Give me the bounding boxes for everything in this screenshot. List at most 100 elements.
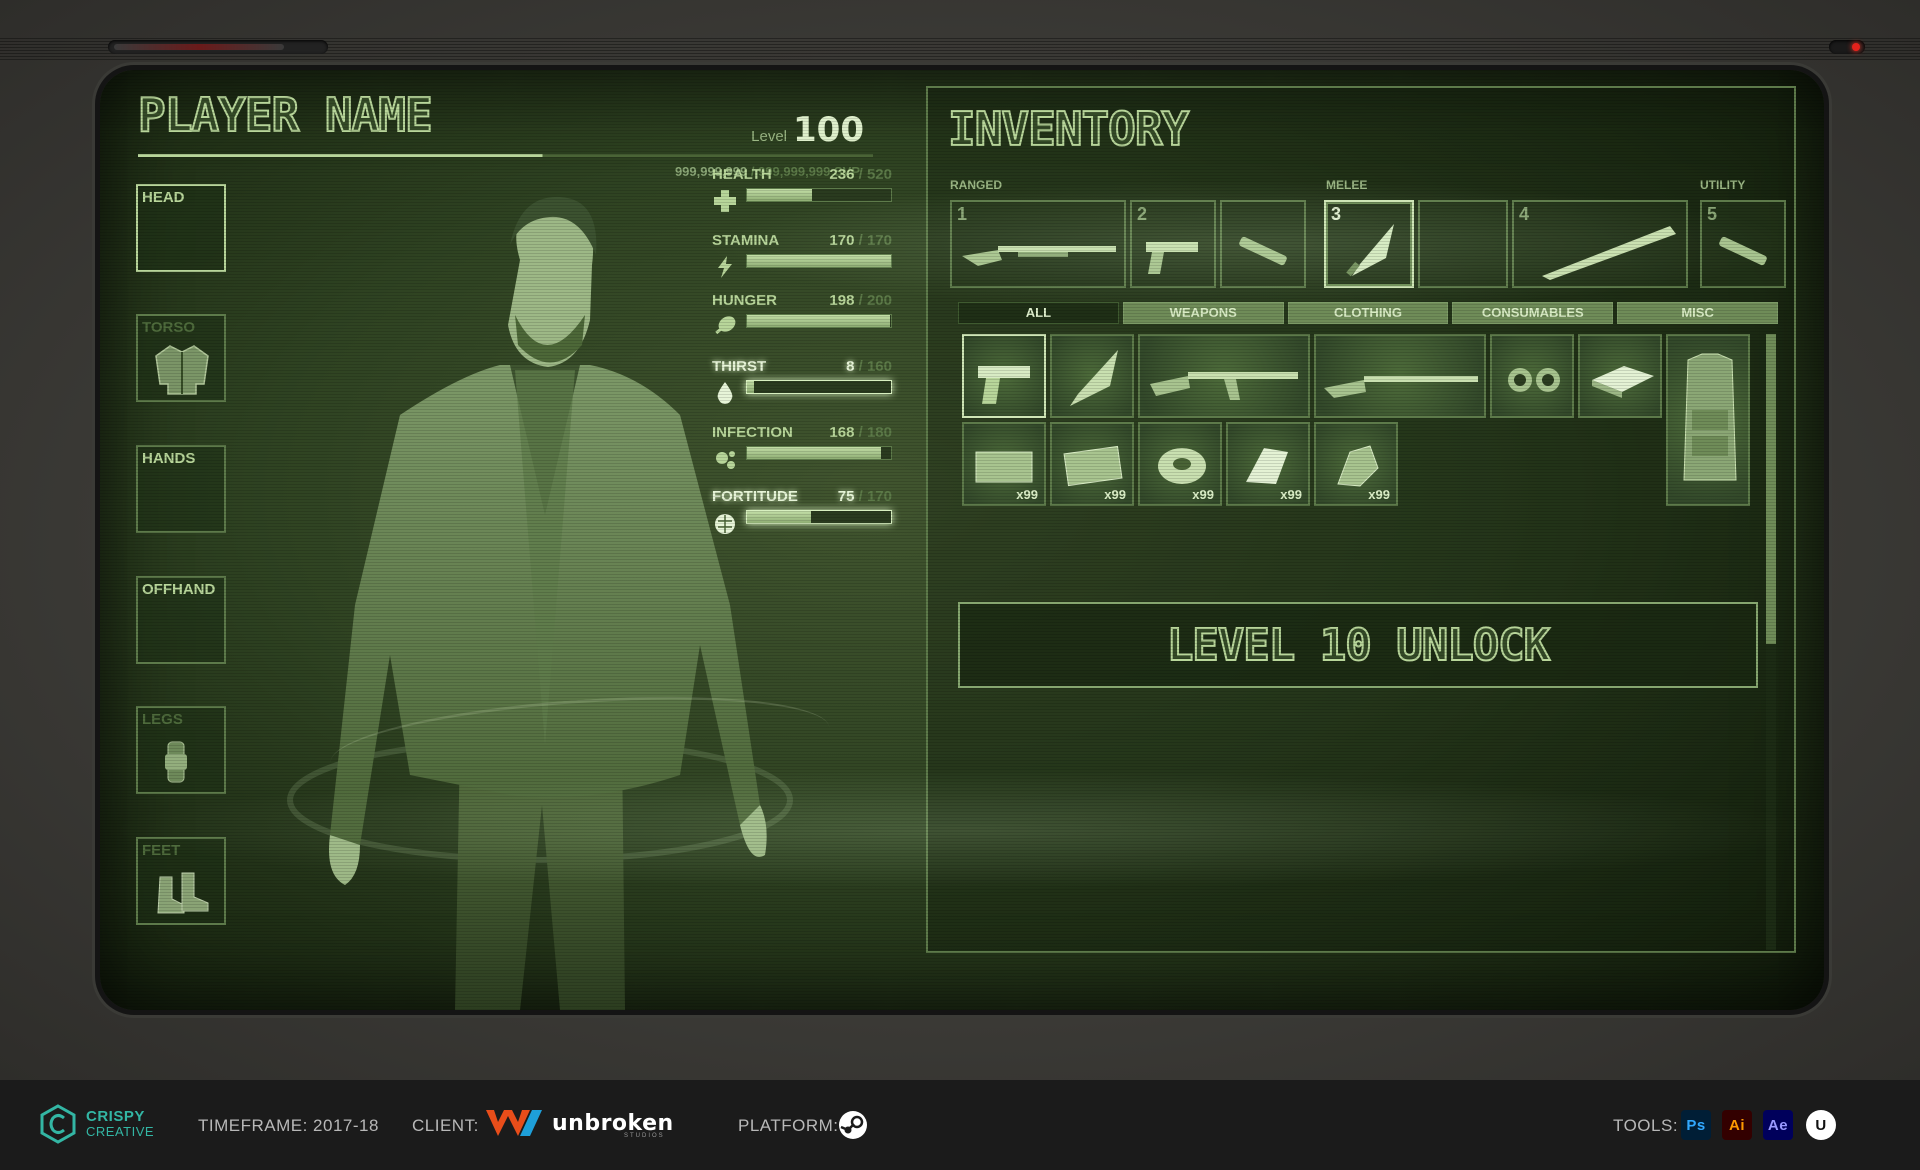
shotgun-icon (962, 246, 1116, 266)
inventory-item-knife[interactable] (1050, 334, 1134, 418)
quick-slot-1[interactable]: 1 (950, 200, 1126, 288)
jacket-icon (155, 345, 209, 395)
knife-icon (1070, 350, 1118, 406)
credits-footer: CRISPY CREATIVE TIMEFRAME: 2017-18 CLIENT… (0, 1080, 1920, 1170)
illustrator-icon: Ai (1722, 1110, 1752, 1140)
inventory-item-ammo[interactable]: x99 (962, 422, 1046, 506)
quick-slot-3b[interactable] (1418, 200, 1508, 288)
tab-clothing[interactable]: CLOTHING (1287, 302, 1449, 324)
client-label: CLIENT: (412, 1116, 479, 1135)
locked-text: LEVEL 10 UNLOCK (1166, 619, 1551, 672)
stat-max: / 170 (858, 488, 892, 505)
brand-line1: CRISPY (86, 1108, 145, 1125)
book-icon (1592, 366, 1654, 398)
inventory-item-vest[interactable] (1666, 334, 1750, 506)
client-name: unbroken (552, 1110, 674, 1136)
inventory-scrollbar[interactable] (1766, 334, 1776, 950)
slot-label: OFFHAND (142, 581, 216, 598)
stat-value: 168 (829, 424, 855, 441)
brand-line2: CREATIVE (86, 1124, 155, 1139)
tab-misc[interactable]: MISC (1617, 302, 1778, 324)
tab-all[interactable]: ALL (958, 302, 1119, 324)
tab-consumables[interactable]: CONSUMABLES (1452, 302, 1614, 324)
xp-progress-rule (138, 154, 873, 157)
tab-weapons[interactable]: WEAPONS (1122, 302, 1284, 324)
bat-icon (1542, 226, 1676, 280)
power-led-icon (1852, 43, 1860, 51)
vest-icon (1683, 353, 1737, 481)
quick-label-melee: MELEE (1326, 178, 1368, 192)
unbroken-logo-icon (486, 1110, 542, 1136)
equip-slot-hands[interactable]: HANDS (136, 445, 226, 533)
equip-slot-feet[interactable]: FEET (136, 837, 226, 925)
pistol-icon (1146, 242, 1198, 274)
boots-icon (157, 872, 209, 914)
quick-slot-3[interactable]: 3 (1324, 200, 1414, 288)
pistol-icon (978, 366, 1030, 404)
stat-health: HEALTH 236 / 520 (712, 166, 892, 212)
inventory-item-book[interactable] (1578, 334, 1662, 418)
item-quantity: x99 (1280, 487, 1302, 502)
inventory-item-pistol[interactable] (962, 334, 1046, 418)
inventory-item-tape[interactable]: x99 (1138, 422, 1222, 506)
inventory-title: INVENTORY (947, 101, 1190, 157)
level-value: 100 (793, 110, 864, 150)
client-logo: unbroken STUDIOS (484, 1108, 674, 1139)
rifle-icon (1150, 372, 1298, 400)
inventory-item-bandage[interactable]: x99 (1226, 422, 1310, 506)
item-quantity: x99 (1368, 487, 1390, 502)
level-label: Level (751, 128, 788, 145)
player-character (287, 196, 793, 1010)
slot-label: TORSO (142, 319, 196, 336)
shotgun-icon (1324, 376, 1478, 398)
quick-slot-5[interactable]: 5 (1700, 200, 1786, 288)
inventory-item-ammo[interactable]: x99 (1050, 422, 1134, 506)
item-quantity: x99 (1016, 487, 1038, 502)
slot-label: HANDS (142, 450, 196, 467)
item-quantity: x99 (1192, 487, 1214, 502)
power-indicator (1829, 40, 1865, 54)
inventory-item-parts[interactable]: x99 (1314, 422, 1398, 506)
inventory-panel: INVENTORY RANGED MELEE UTILITY 1 2 3 4 5… (926, 86, 1796, 953)
flashlight-icon (1719, 236, 1767, 266)
equip-slot-offhand[interactable]: OFFHAND (136, 576, 226, 664)
knife-icon (1346, 224, 1394, 277)
inventory-item-shotgun[interactable] (1314, 334, 1486, 418)
bezel-slot-fill (114, 44, 284, 50)
equip-slot-head[interactable]: HEAD (136, 184, 226, 272)
binoculars-icon (1508, 368, 1560, 392)
timeframe-text: TIMEFRAME: 2017-18 (198, 1116, 379, 1135)
equip-slot-legs[interactable]: LEGS (136, 706, 226, 794)
tools-label: TOOLS: (1613, 1116, 1679, 1135)
stat-max: / 180 (858, 424, 892, 441)
stat-value: 8 (846, 358, 855, 375)
stat-max: / 170 (858, 232, 892, 249)
player-level: Level 100 (751, 110, 864, 150)
steam-icon (839, 1111, 867, 1139)
inventory-item-binoculars[interactable] (1490, 334, 1574, 418)
watch-icon (165, 741, 187, 783)
item-quantity: x99 (1104, 487, 1126, 502)
bezel-slot (108, 40, 328, 54)
monitor-bezel: PLAYER NAME Level 100 999,999,999 / 999,… (0, 0, 1920, 1080)
stat-max: / 200 (858, 292, 892, 309)
unreal-engine-icon: U (1806, 1110, 1836, 1140)
quick-slot-2[interactable]: 2 (1130, 200, 1216, 288)
equip-slot-torso[interactable]: TORSO (136, 314, 226, 402)
stat-max: / 520 (858, 166, 892, 183)
after-effects-icon: Ae (1763, 1110, 1793, 1140)
crt-screen: PLAYER NAME Level 100 999,999,999 / 999,… (100, 70, 1824, 1010)
photoshop-icon: Ps (1681, 1110, 1711, 1140)
quick-slot-2b[interactable] (1220, 200, 1306, 288)
stat-value: 236 (829, 166, 855, 183)
quick-slot-4[interactable]: 4 (1512, 200, 1688, 288)
quick-label-ranged: RANGED (950, 178, 1003, 192)
slot-label: FEET (142, 842, 181, 859)
stat-name: HEALTH (712, 166, 772, 183)
stat-value: 198 (829, 292, 855, 309)
scroll-thumb[interactable] (1766, 334, 1776, 644)
inventory-item-rifle[interactable] (1138, 334, 1310, 418)
inventory-grid: x99 x99 x99 x99 x99 LEVEL 10 UNLOCK (958, 334, 1762, 950)
stat-max: / 160 (858, 358, 892, 375)
flashlight-icon (1239, 236, 1287, 266)
